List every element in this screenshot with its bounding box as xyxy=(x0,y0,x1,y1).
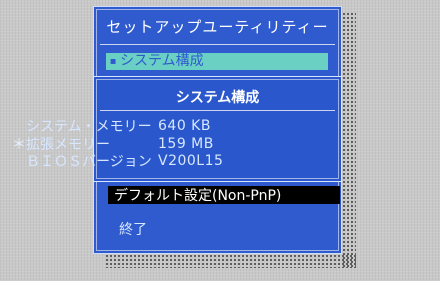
window-shadow-right xyxy=(342,12,356,268)
system-memory-row: システム・メモリー 640 KB xyxy=(12,118,242,135)
system-memory-label: システム・メモリー xyxy=(26,119,152,135)
system-configuration-title: システム構成 xyxy=(175,90,260,106)
bios-version-label: ＢＩＯＳバージョン xyxy=(26,154,152,170)
extended-memory-marker: ＊ xyxy=(12,137,26,153)
window-shadow-bottom xyxy=(105,254,356,268)
title-divider xyxy=(100,44,335,45)
system-memory-value: 640 KB xyxy=(158,118,211,134)
bios-version-value: V200L15 xyxy=(158,153,224,169)
menu-item-system-configuration[interactable]: ▪ システム構成 xyxy=(106,53,328,70)
window-title: セットアップユーティリティー xyxy=(106,18,329,36)
system-configuration-divider xyxy=(100,110,335,111)
selection-marker-icon: ▪ xyxy=(109,56,117,67)
exit-menu-item[interactable]: 終了 xyxy=(119,219,147,239)
bios-version-row: ＢＩＯＳバージョン V200L15 xyxy=(12,153,242,170)
menu-item-system-configuration-label: システム構成 xyxy=(120,53,204,69)
extended-memory-value: 159 MB xyxy=(158,136,214,152)
default-settings-menu-item[interactable]: デフォルト設定(Non-PnP) xyxy=(108,186,340,204)
extended-memory-row: ＊ 拡張メモリー 159 MB xyxy=(12,136,242,153)
